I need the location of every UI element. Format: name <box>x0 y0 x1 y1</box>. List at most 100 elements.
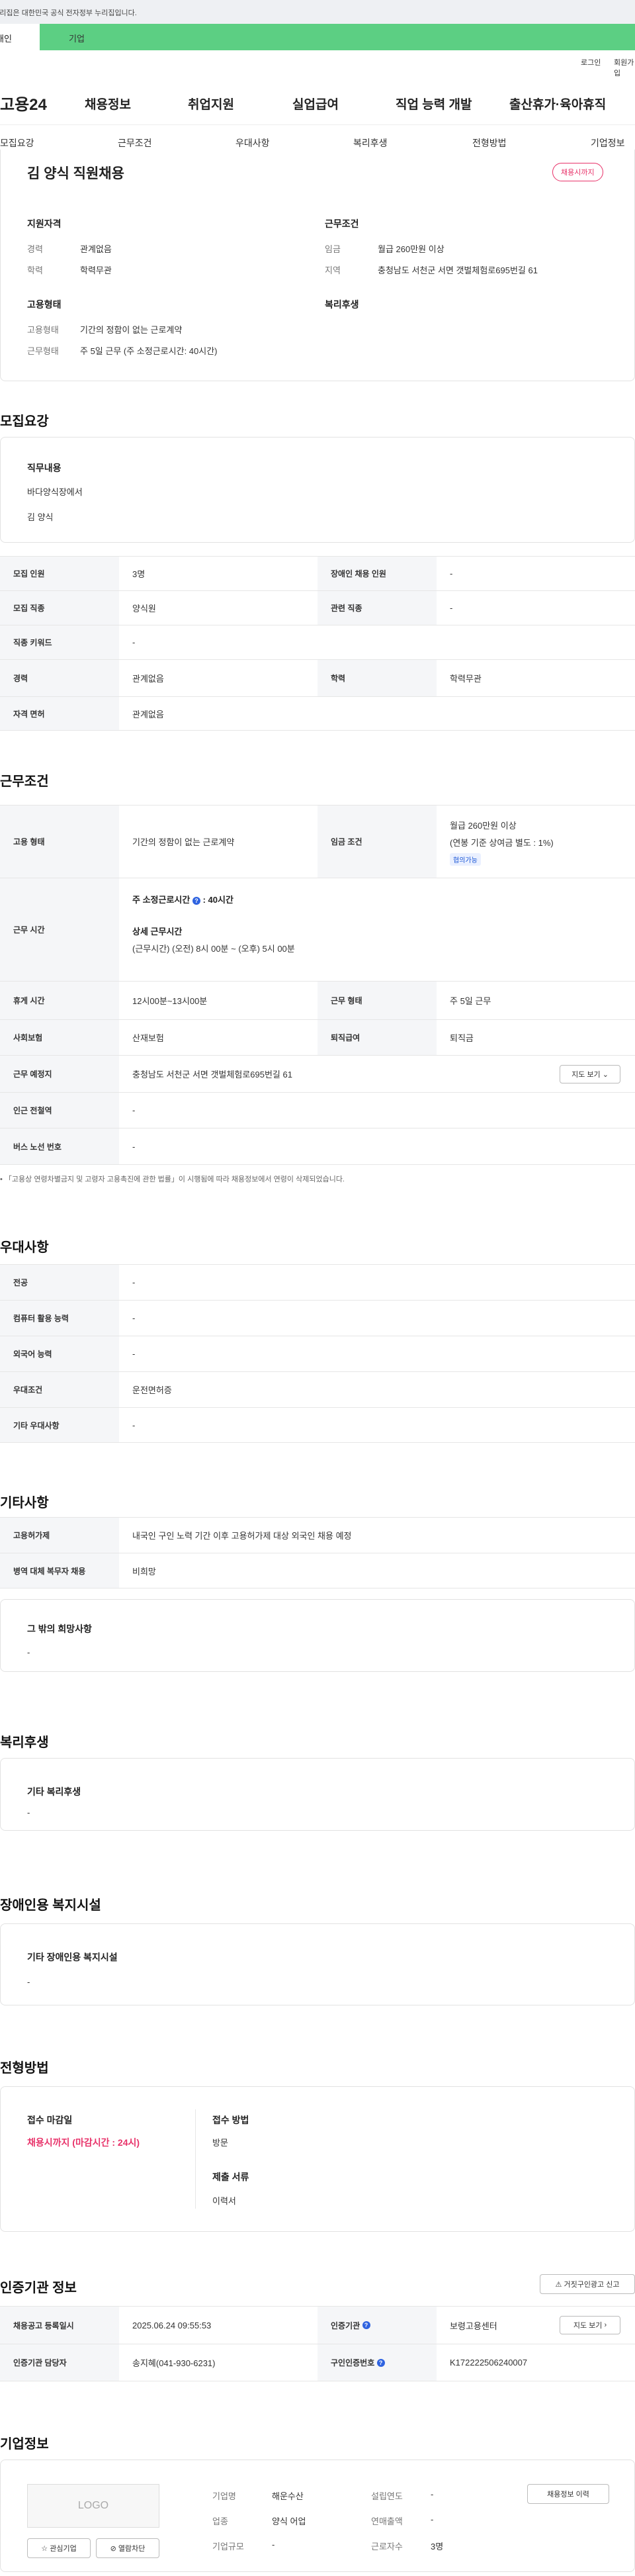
summary-card: 김 양식 직원채용 채용시까지 지원자격 경력 관계없음 학력 학력무관 고용형… <box>0 150 635 381</box>
th: 장애인 채용 인원 <box>318 557 437 590</box>
table-row: 인근 전철역 - <box>0 1092 635 1128</box>
th: 고용 형태 <box>0 805 119 878</box>
map-button[interactable]: 지도 보기 ⌄ <box>560 1065 620 1083</box>
td: 12시00분~13시00분 <box>132 996 208 1006</box>
td: 학력무관 <box>450 674 482 684</box>
disability-box-value: - <box>27 1977 30 1987</box>
td: - <box>132 1141 136 1152</box>
th: 관련 직종 <box>318 591 437 625</box>
welfare-box-value: - <box>27 1808 30 1817</box>
etc-title: 기타사항 <box>0 1496 49 1510</box>
td: 3명 <box>132 569 146 579</box>
table-row: 자격 면허 관계없음 <box>0 696 635 731</box>
th: 컴퓨터 활용 능력 <box>0 1301 119 1336</box>
table-row: 채용공고 등록일시 2025.06.24 09:55:53 인증기관 ? 보령고… <box>0 2306 635 2344</box>
warning-icon: ⚠ <box>555 2280 562 2289</box>
deadline-title: 접수 마감일 <box>27 2115 73 2125</box>
job-desc-card: 직무내용 바다양식장에서 김 양식 <box>0 437 635 543</box>
table-row: 모집 직종 양식원 관련 직종 - <box>0 590 635 625</box>
site-logo[interactable]: 고용24 <box>0 91 47 115</box>
table-row: 전공 - <box>0 1264 635 1300</box>
map-button-label: 지도 보기 <box>572 1071 601 1079</box>
gnb-unemployment-benefit[interactable]: 실업급여 <box>292 95 339 113</box>
company-value: 3명 <box>431 2542 444 2552</box>
th: 근무 형태 <box>318 982 437 1019</box>
td: - <box>132 1349 136 1359</box>
th: 경력 <box>0 660 119 696</box>
chevron-down-icon: ⌄ <box>602 1070 609 1079</box>
star-icon: ☆ <box>41 2544 48 2553</box>
th-label: 인증기관 <box>331 2321 360 2330</box>
subnav-process[interactable]: 전형방법 <box>472 136 507 150</box>
wage-value: 월급 260만원 이상 <box>378 244 444 254</box>
block-button[interactable]: ⊘ 열람차단 <box>96 2538 159 2558</box>
th: 고용허가제 <box>0 1518 119 1553</box>
td: K172222506240007 <box>450 2358 528 2368</box>
welfare-card: 기타 복리후생 - <box>0 1758 635 1831</box>
qual-title: 지원자격 <box>27 218 62 229</box>
th: 근무 예정지 <box>0 1056 119 1092</box>
subnav-company[interactable]: 기업정보 <box>591 136 625 150</box>
subnav-work[interactable]: 근무조건 <box>118 136 152 150</box>
th: 모집 인원 <box>0 557 119 590</box>
gnb-skills[interactable]: 직업 능력 개발 <box>396 95 472 113</box>
table-row: 우대조건 운전면허증 <box>0 1371 635 1407</box>
td: 산재보험 <box>132 1033 164 1043</box>
tab-personal[interactable]: 개인 <box>0 24 40 50</box>
table-row: 휴게 시간 12시00분~13시00분 근무 형태 주 5일 근무 <box>0 981 635 1019</box>
cert-map-button[interactable]: 지도 보기 › <box>560 2316 620 2334</box>
other-wish-value: - <box>27 1647 30 1657</box>
table-row: 직종 키워드 - <box>0 625 635 659</box>
gnb-employment-support[interactable]: 취업지원 <box>188 95 234 113</box>
login-link[interactable]: 로그인 <box>581 57 601 68</box>
detail-hours-title: 상세 근무시간 <box>132 927 183 937</box>
signup-link[interactable]: 회원가입 <box>614 57 635 78</box>
table-row: 고용 형태 기간의 정함이 없는 근로계약 임금 조건 월급 260만원 이상 … <box>0 805 635 878</box>
td: - <box>132 1277 136 1287</box>
welfare-title: 복리후생 <box>325 299 359 310</box>
gnb-parental-leave[interactable]: 출산휴가·육아휴직 <box>509 95 606 113</box>
history-button[interactable]: 채용정보 이력 <box>527 2484 609 2504</box>
pref-table: 전공 - 컴퓨터 활용 능력 - 외국어 능력 - 우대조건 운전면허증 기타 우대사항… <box>0 1264 635 1443</box>
welfare-box-title: 기타 복리후생 <box>27 1786 81 1797</box>
td: 비희망 <box>132 1566 156 1577</box>
pref-title: 우대사항 <box>0 1240 49 1255</box>
block-button-label: 열람차단 <box>118 2545 146 2553</box>
th: 퇴직급여 <box>318 1020 437 1055</box>
th: 사회보험 <box>0 1020 119 1055</box>
table-row: 컴퓨터 활용 능력 - <box>0 1300 635 1336</box>
favorite-button[interactable]: ☆ 관심기업 <box>27 2538 91 2558</box>
subnav-recruit[interactable]: 모집요강 <box>0 136 34 150</box>
user-type-tabs: 개인 기업 <box>0 24 635 50</box>
th: 모집 직종 <box>0 591 119 625</box>
td: 기간의 정함이 없는 근로계약 <box>132 837 235 847</box>
info-icon[interactable]: ? <box>192 896 200 905</box>
gnb-jobs[interactable]: 채용정보 <box>85 95 131 113</box>
th: 병역 대체 복무자 채용 <box>0 1553 119 1588</box>
tab-company[interactable]: 기업 <box>40 24 635 50</box>
process-card: 접수 마감일 채용시까지 (마감시간 : 24시) 접수 방법 방문 제출 서류… <box>0 2086 635 2232</box>
disability-card: 기타 장애인용 복지시설 - <box>0 1923 635 2005</box>
area-value: 충청남도 서천군 서면 갯벌체험로695번길 61 <box>378 265 538 275</box>
company-label: 설립연도 <box>371 2491 403 2501</box>
table-row: 인증기관 담당자 송지혜(041-930-6231) 구인인증번호 ? K172… <box>0 2344 635 2381</box>
report-button[interactable]: ⚠ 거짓구인광고 신고 <box>540 2274 635 2294</box>
other-wish-title: 그 밖의 희망사항 <box>27 1624 92 1634</box>
th: 자격 면허 <box>0 697 119 730</box>
method-value: 방문 <box>212 2138 228 2148</box>
company-value: - <box>431 2514 434 2524</box>
gov-banner: 이 누리집은 대한민국 공식 전자정부 누리집입니다. <box>0 0 635 24</box>
info-icon[interactable]: ? <box>376 2358 385 2367</box>
wage-label: 임금 <box>325 244 341 254</box>
subnav-welfare[interactable]: 복리후생 <box>353 136 388 150</box>
disability-box-title: 기타 장애인용 복지시설 <box>27 1952 118 1962</box>
docs-value: 이력서 <box>212 2196 236 2206</box>
info-icon[interactable]: ? <box>362 2321 370 2329</box>
table-row: 모집 인원 3명 장애인 채용 인원 - <box>0 556 635 590</box>
std-hours-value: : 40시간 <box>202 895 233 905</box>
edu-label: 학력 <box>27 265 43 275</box>
nego-badge: 협의가능 <box>450 853 481 866</box>
recruit-title: 모집요강 <box>0 414 49 429</box>
emp-title: 고용형태 <box>27 299 62 310</box>
subnav-pref[interactable]: 우대사항 <box>235 136 270 150</box>
